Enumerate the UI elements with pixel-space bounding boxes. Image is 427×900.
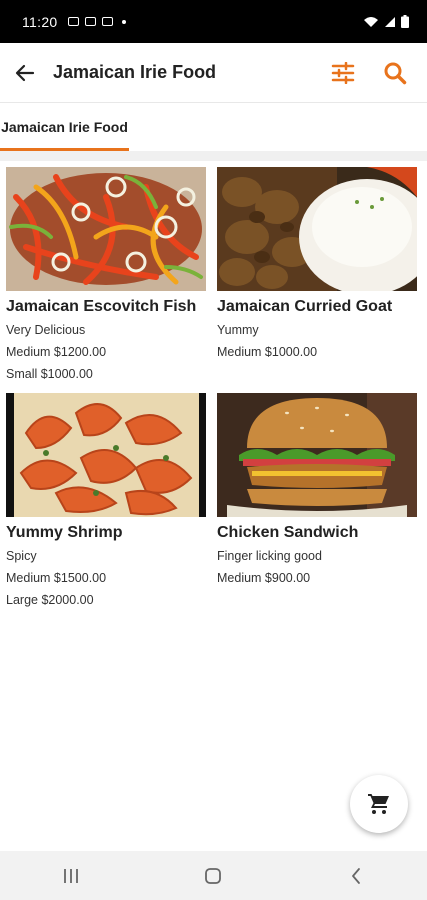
search-button[interactable] (375, 43, 415, 103)
recents-button[interactable] (41, 851, 101, 900)
food-card-escovitch-fish[interactable]: Jamaican Escovitch Fish Very Delicious M… (6, 167, 206, 381)
page-title: Jamaican Irie Food (53, 62, 217, 82)
food-price: Large $2000.00 (6, 593, 94, 607)
status-time: 11:20 (22, 13, 58, 30)
system-back-button[interactable] (326, 851, 386, 900)
food-name: Chicken Sandwich (217, 524, 359, 541)
system-status-icons (363, 15, 409, 28)
curried-goat-image (217, 167, 417, 291)
battery-icon (401, 15, 409, 28)
food-name: Jamaican Escovitch Fish (6, 298, 197, 315)
shrimp-image (6, 393, 206, 517)
wifi-icon (364, 16, 378, 27)
arrow-back-icon (15, 64, 35, 81)
food-card-curried-goat[interactable]: Jamaican Curried Goat Yummy Medium $1000… (217, 167, 417, 359)
food-card-yummy-shrimp[interactable]: Yummy Shrimp Spicy Medium $1500.00 Large… (6, 393, 206, 607)
cart-button[interactable] (350, 775, 408, 833)
food-price: Medium $1000.00 (217, 345, 318, 359)
filter-button[interactable] (323, 43, 363, 103)
search-icon (384, 62, 407, 84)
food-description: Yummy (217, 323, 259, 337)
image-notification-icon (67, 17, 79, 26)
mail-notification-icon (84, 17, 96, 26)
sliders-icon (331, 61, 355, 84)
food-price: Small $1000.00 (6, 367, 93, 381)
chicken-sandwich-image (217, 393, 417, 517)
back-chevron-icon (351, 867, 360, 884)
home-icon (205, 867, 222, 884)
food-description: Spicy (6, 549, 37, 563)
category-tabs: Jamaican Irie Food (0, 103, 427, 151)
status-bar: 11:20 (0, 0, 427, 43)
food-name: Jamaican Curried Goat (217, 298, 393, 315)
food-price: Medium $1500.00 (6, 571, 107, 585)
food-description: Finger licking good (217, 549, 322, 563)
food-price: Medium $1200.00 (6, 345, 107, 359)
more-notifications-icon (121, 19, 126, 24)
food-description: Very Delicious (6, 323, 86, 337)
notification-icons (67, 17, 126, 26)
message-notification-icon (101, 17, 113, 26)
tab-jamaican-irie-food[interactable]: Jamaican Irie Food (0, 103, 129, 151)
recents-icon (64, 868, 79, 883)
cart-icon (368, 794, 389, 814)
back-button[interactable] (0, 43, 50, 103)
tab-label: Jamaican Irie Food (1, 119, 128, 135)
home-button[interactable] (183, 851, 243, 900)
app-bar: Jamaican Irie Food (0, 43, 427, 103)
food-name: Yummy Shrimp (6, 524, 123, 541)
food-price: Medium $900.00 (217, 571, 311, 585)
signal-icon (385, 16, 395, 27)
food-card-chicken-sandwich[interactable]: Chicken Sandwich Finger licking good Med… (217, 393, 417, 585)
system-nav-bar (0, 851, 427, 900)
escovitch-fish-image (6, 167, 206, 291)
divider (0, 151, 427, 161)
